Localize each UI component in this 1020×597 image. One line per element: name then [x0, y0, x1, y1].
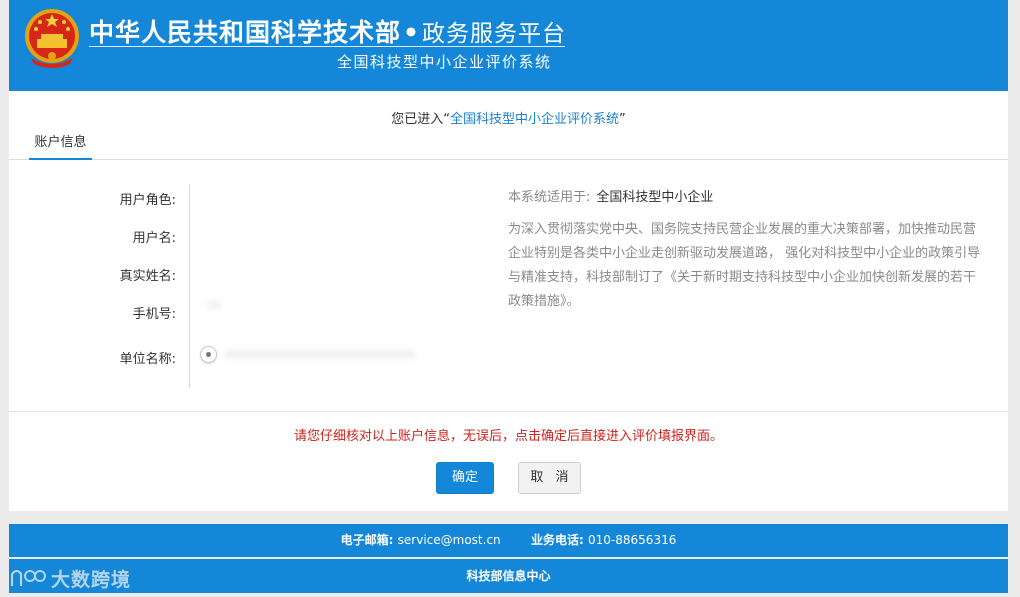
- company-name-label: 单位名称:: [119, 352, 176, 367]
- system-subtitle: 全国科技型中小企业评价系统: [337, 53, 552, 71]
- watermark-text: 大数跨境: [51, 568, 132, 591]
- section-divider: [9, 411, 1008, 412]
- email-link[interactable]: service@most.cn: [398, 533, 501, 547]
- main-panel: 您已进入“全国科技型中小企业评价系统” 账户信息 用户角色: 用户名: 真实姓名…: [9, 91, 1008, 511]
- header-banner: 中华人民共和国科学技术部•政务服务平台 全国科技型中小企业评价系统: [9, 0, 1008, 91]
- org-name: 科技部信息中心: [466, 569, 551, 583]
- company-radio[interactable]: [200, 346, 217, 363]
- welcome-close-quote: ”: [619, 112, 626, 127]
- user-role-label: 用户角色:: [119, 193, 176, 208]
- phone-value: 010-88656316: [588, 533, 677, 547]
- org-footer: 科技部信息中心: [9, 559, 1008, 593]
- real-name-label: 真实姓名:: [119, 269, 176, 284]
- national-emblem-icon: [25, 9, 79, 68]
- welcome-system-name: 全国科技型中小企业评价系统: [450, 112, 620, 127]
- system-description: 为深入贯彻落实党中央、国务院支持民营企业发展的重大决策部署，加快推动民营企业特别…: [508, 222, 981, 309]
- welcome-message: 您已进入“全国科技型中小企业评价系统”: [9, 108, 1008, 127]
- contact-footer: 电子邮箱: service@most.cn 业务电话: 010-88656316: [9, 524, 1008, 557]
- watermark-logo-icon: [10, 569, 46, 586]
- watermark: 大数跨境: [9, 565, 131, 591]
- confirm-notice: 请您仔细核对以上账户信息，无误后，点击确定后直接进入评价填报界面。: [293, 429, 723, 444]
- username-label: 用户名:: [132, 231, 176, 246]
- tab-account-info[interactable]: 账户信息: [29, 131, 92, 160]
- phone-label-footer: 业务电话:: [531, 533, 584, 547]
- welcome-open-quote: “: [443, 112, 450, 127]
- tab-bar: 账户信息: [9, 131, 1008, 160]
- applies-value: 全国科技型中小企业: [596, 190, 714, 205]
- platform-title: 中华人民共和国科学技术部•政务服务平台: [89, 13, 566, 49]
- redacted-phone: [207, 301, 221, 309]
- ministry-name: 中华人民共和国科学技术部: [89, 18, 402, 47]
- title-divider: [89, 46, 565, 47]
- cancel-button[interactable]: 取 消: [518, 462, 581, 494]
- confirm-button[interactable]: 确定: [436, 462, 494, 494]
- platform-name: 政务服务平台: [422, 21, 566, 47]
- applies-label: 本系统适用于:: [508, 190, 591, 205]
- welcome-prefix: 您已进入: [391, 112, 444, 127]
- email-label: 电子邮箱:: [340, 533, 394, 547]
- phone-label: 手机号:: [132, 307, 176, 322]
- title-dot: •: [403, 18, 420, 47]
- redacted-company-name: [225, 349, 415, 359]
- field-divider: [189, 185, 190, 388]
- applies-to: 本系统适用于: 全国科技型中小企业: [508, 186, 713, 205]
